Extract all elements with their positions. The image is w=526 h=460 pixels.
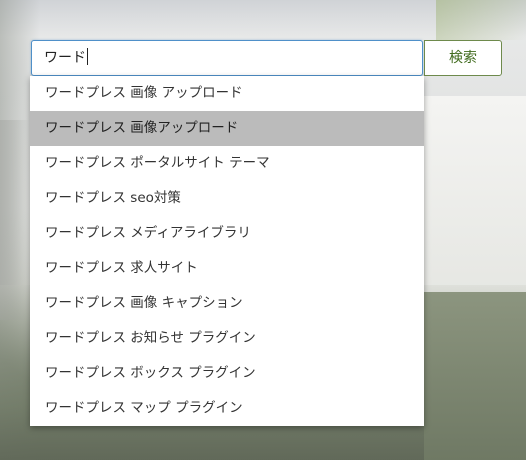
suggestion-item[interactable]: ワードプレス 画像 アップロード	[30, 76, 424, 111]
page-background: ワード 検索 ワードプレス 画像 アップロード ワードプレス 画像アップロード …	[0, 0, 526, 460]
suggestion-list: ワードプレス 画像 アップロード ワードプレス 画像アップロード ワードプレス …	[30, 76, 424, 426]
suggestion-item[interactable]: ワードプレス お知らせ プラグイン	[30, 321, 424, 356]
search-button[interactable]: 検索	[424, 40, 502, 76]
suggestion-item[interactable]: ワードプレス ボックス プラグイン	[30, 356, 424, 391]
background-block	[424, 292, 526, 460]
background-panel	[424, 96, 526, 292]
suggestion-item[interactable]: ワードプレス マップ プラグイン	[30, 391, 424, 426]
suggestion-item[interactable]: ワードプレス ポータルサイト テーマ	[30, 146, 424, 181]
search-input[interactable]: ワード	[31, 40, 423, 76]
suggestion-item[interactable]: ワードプレス seo対策	[30, 181, 424, 216]
suggestion-item[interactable]: ワードプレス メディアライブラリ	[30, 216, 424, 251]
search-input-value: ワード	[44, 50, 86, 66]
suggestion-item[interactable]: ワードプレス 画像 キャプション	[30, 286, 424, 321]
background-foliage	[436, 0, 526, 40]
suggestion-item[interactable]: ワードプレス 求人サイト	[30, 251, 424, 286]
suggestion-item-highlighted[interactable]: ワードプレス 画像アップロード	[30, 111, 424, 146]
text-caret	[87, 48, 88, 65]
